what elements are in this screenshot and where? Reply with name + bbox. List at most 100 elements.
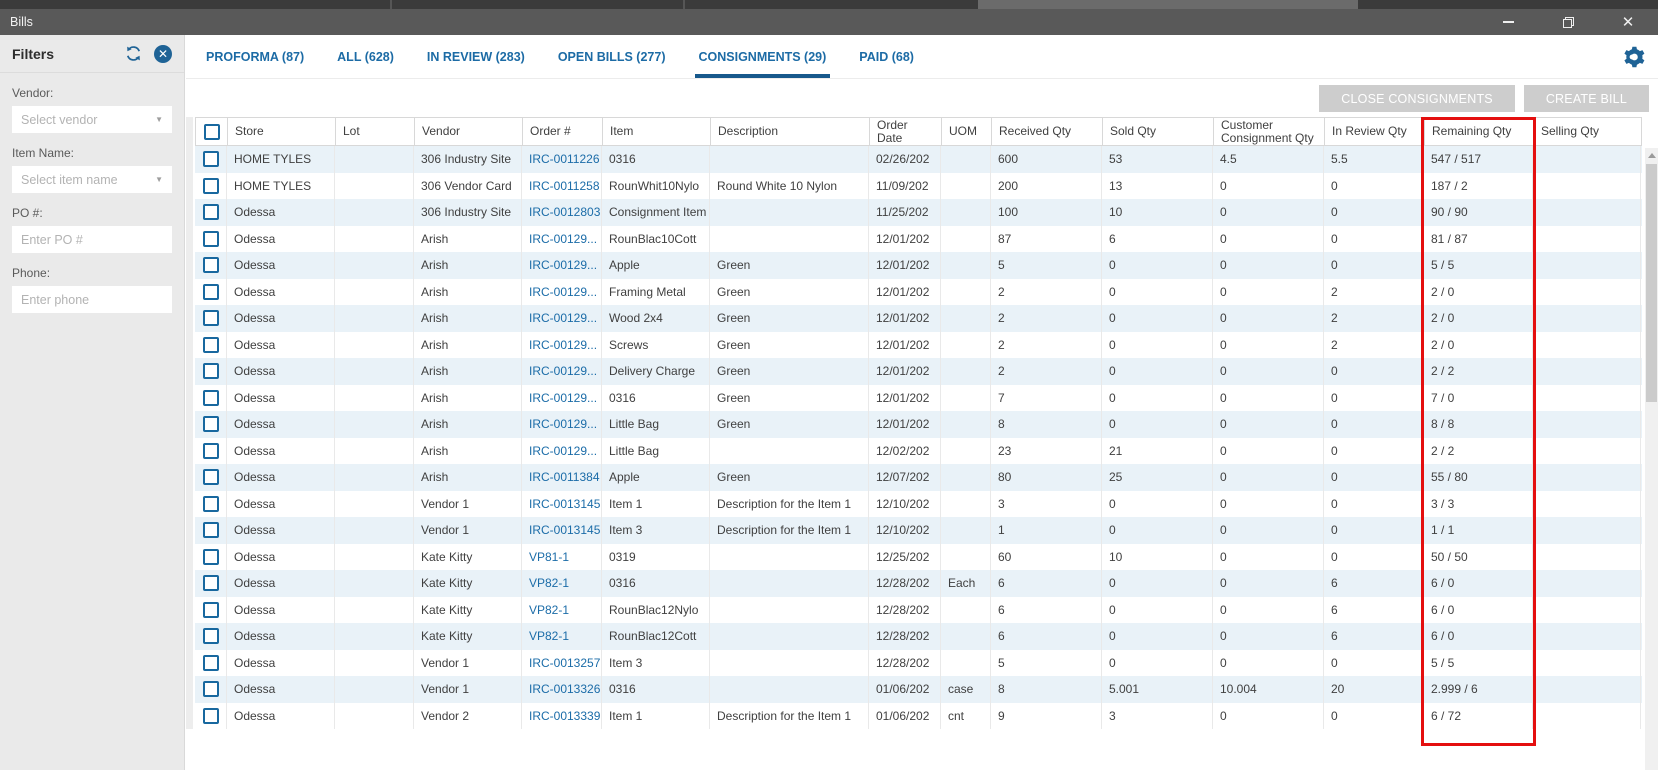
table-row[interactable]: Odessa Arish IRC-00129... Apple Green 12/01/2… (195, 252, 1642, 279)
cell-order-number[interactable]: IRC-0013145 (522, 517, 602, 544)
table-row[interactable]: Odessa Vendor 1 IRC-0013257 Item 3 12/28/202… (195, 649, 1642, 676)
row-checkbox[interactable] (202, 310, 219, 327)
column-header-sold-qty[interactable]: Sold Qty (1103, 118, 1214, 145)
cell-order-number[interactable]: VP82-1 (522, 596, 602, 623)
phone-input[interactable]: Enter phone (12, 286, 172, 313)
cell-order-number[interactable]: IRC-00129... (522, 225, 602, 252)
table-row[interactable]: Odessa Arish IRC-0011384 Apple Green 12/07/20… (195, 464, 1642, 491)
column-header-uom[interactable]: UOM (942, 118, 992, 145)
row-checkbox[interactable] (202, 522, 219, 539)
cell-order-number[interactable]: IRC-00129... (522, 331, 602, 358)
tab-paid-68[interactable]: PAID (68) (859, 35, 914, 78)
tab-all-628[interactable]: ALL (628) (337, 35, 394, 78)
tab-consignments-29[interactable]: CONSIGNMENTS (29) (694, 35, 831, 78)
row-checkbox[interactable] (202, 363, 219, 380)
vertical-scrollbar[interactable] (1645, 148, 1658, 770)
po-input[interactable]: Enter PO # (12, 226, 172, 253)
cell-order-number[interactable]: IRC-0013339 (522, 702, 602, 729)
row-checkbox[interactable] (202, 575, 219, 592)
refresh-filters-icon[interactable] (124, 44, 143, 63)
table-row[interactable]: Odessa Kate Kitty VP82-1 RounBlac12Nylo 12/2… (195, 596, 1642, 623)
tab-open-bills-277[interactable]: OPEN BILLS (277) (558, 35, 666, 78)
table-row[interactable]: HOME TYLES 306 Industry Site IRC-0011226 03… (195, 146, 1642, 173)
cell-order-number[interactable]: IRC-0011226 (522, 146, 602, 173)
tab-in-review-283[interactable]: IN REVIEW (283) (427, 35, 525, 78)
cell-order-number[interactable]: IRC-0013145 (522, 490, 602, 517)
item-name-select[interactable]: Select item name ▼ (12, 166, 172, 193)
table-row[interactable]: Odessa Arish IRC-00129... Framing Metal Gree… (195, 278, 1642, 305)
column-header-order-date[interactable]: Order Date (870, 118, 942, 145)
row-checkbox[interactable] (202, 681, 219, 698)
cell-order-number[interactable]: IRC-0011384 (522, 464, 602, 491)
column-header-order-number[interactable]: Order # (523, 118, 603, 145)
column-header-selling-qty[interactable]: Selling Qty (1534, 118, 1642, 145)
table-row[interactable]: Odessa Kate Kitty VP82-1 0316 12/28/202 Each 6… (195, 570, 1642, 597)
table-row[interactable]: Odessa 306 Industry Site IRC-0012803 Consig… (195, 199, 1642, 226)
table-row[interactable]: Odessa Vendor 1 IRC-0013145 Item 1 Descripti… (195, 490, 1642, 517)
column-header-vendor[interactable]: Vendor (415, 118, 523, 145)
cell-order-number[interactable]: VP82-1 (522, 570, 602, 597)
row-checkbox[interactable] (202, 601, 219, 618)
cell-order-number[interactable]: IRC-00129... (522, 411, 602, 438)
tab-proforma-87[interactable]: PROFORMA (87) (206, 35, 304, 78)
clear-filters-icon[interactable]: ✕ (154, 44, 172, 63)
row-checkbox[interactable] (202, 204, 219, 221)
table-row[interactable]: Odessa Kate Kitty VP81-1 0319 12/25/202 60 10 0… (195, 543, 1642, 570)
row-checkbox[interactable] (202, 654, 219, 671)
table-row[interactable]: Odessa Vendor 1 IRC-0013326 0316 01/06/202 ca… (195, 676, 1642, 703)
column-header-store[interactable]: Store (228, 118, 336, 145)
cell-order-number[interactable]: VP81-1 (522, 543, 602, 570)
column-header-in-review-qty[interactable]: In Review Qty (1325, 118, 1425, 145)
cell-order-number[interactable]: IRC-00129... (522, 358, 602, 385)
row-checkbox[interactable] (202, 177, 219, 194)
cell-order-number[interactable]: IRC-00129... (522, 278, 602, 305)
scrollbar-thumb[interactable] (1646, 164, 1657, 402)
table-row[interactable]: Odessa Arish IRC-00129... Wood 2x4 Green 12/0… (195, 305, 1642, 332)
row-checkbox[interactable] (202, 283, 219, 300)
row-checkbox[interactable] (202, 469, 219, 486)
close-button[interactable]: ✕ (1620, 14, 1636, 30)
cell-order-number[interactable]: IRC-00129... (522, 305, 602, 332)
row-checkbox[interactable] (202, 442, 219, 459)
cell-order-number[interactable]: IRC-0011258 (522, 172, 602, 199)
cell-order-number[interactable]: IRC-0012803 (522, 199, 602, 226)
column-header-item[interactable]: Item (603, 118, 711, 145)
gear-icon[interactable] (1621, 45, 1645, 69)
cell-order-number[interactable]: IRC-00129... (522, 252, 602, 279)
create-bill-button[interactable]: CREATE BILL (1523, 85, 1649, 112)
table-row[interactable]: Odessa Arish IRC-00129... 0316 Green 12/01/20… (195, 384, 1642, 411)
restore-button[interactable] (1560, 14, 1576, 30)
column-header-lot[interactable]: Lot (336, 118, 415, 145)
table-row[interactable]: Odessa Arish IRC-00129... Screws Green 12/01/… (195, 331, 1642, 358)
row-checkbox[interactable] (202, 336, 219, 353)
table-row[interactable]: Odessa Arish IRC-00129... Delivery Charge Gr… (195, 358, 1642, 385)
row-checkbox[interactable] (202, 707, 219, 724)
row-checkbox[interactable] (202, 548, 219, 565)
cell-order-number[interactable]: IRC-00129... (522, 437, 602, 464)
row-checkbox[interactable] (202, 230, 219, 247)
table-row[interactable]: Odessa Vendor 1 IRC-0013145 Item 3 Descripti… (195, 517, 1642, 544)
table-row[interactable]: HOME TYLES 306 Vendor Card IRC-0011258 Roun… (195, 172, 1642, 199)
table-row[interactable]: Odessa Arish IRC-00129... RounBlac10Cott 12/… (195, 225, 1642, 252)
column-header-customer-consignment-qty[interactable]: Customer Consignment Qty (1214, 118, 1325, 145)
table-row[interactable]: Odessa Arish IRC-00129... Little Bag 12/02/2… (195, 437, 1642, 464)
row-checkbox[interactable] (202, 389, 219, 406)
table-row[interactable]: Odessa Kate Kitty VP82-1 RounBlac12Cott 12/2… (195, 623, 1642, 650)
table-row[interactable]: Odessa Arish IRC-00129... Little Bag Green 12… (195, 411, 1642, 438)
cell-order-number[interactable]: VP82-1 (522, 623, 602, 650)
vendor-select[interactable]: Select vendor ▼ (12, 106, 172, 133)
column-header-description[interactable]: Description (711, 118, 870, 145)
minimize-button[interactable] (1500, 14, 1516, 30)
column-header-remaining-qty[interactable]: Remaining Qty (1425, 118, 1534, 145)
cell-order-number[interactable]: IRC-0013326 (522, 676, 602, 703)
column-header-received-qty[interactable]: Received Qty (992, 118, 1103, 145)
select-all-checkbox[interactable] (203, 123, 220, 140)
cell-order-number[interactable]: IRC-00129... (522, 384, 602, 411)
row-checkbox[interactable] (202, 495, 219, 512)
table-row[interactable]: Odessa Vendor 2 IRC-0013339 Item 1 Descripti… (195, 702, 1642, 729)
row-checkbox[interactable] (202, 416, 219, 433)
row-checkbox[interactable] (202, 628, 219, 645)
cell-order-number[interactable]: IRC-0013257 (522, 649, 602, 676)
close-consignments-button[interactable]: CLOSE CONSIGNMENTS (1319, 85, 1515, 112)
row-checkbox[interactable] (202, 257, 219, 274)
